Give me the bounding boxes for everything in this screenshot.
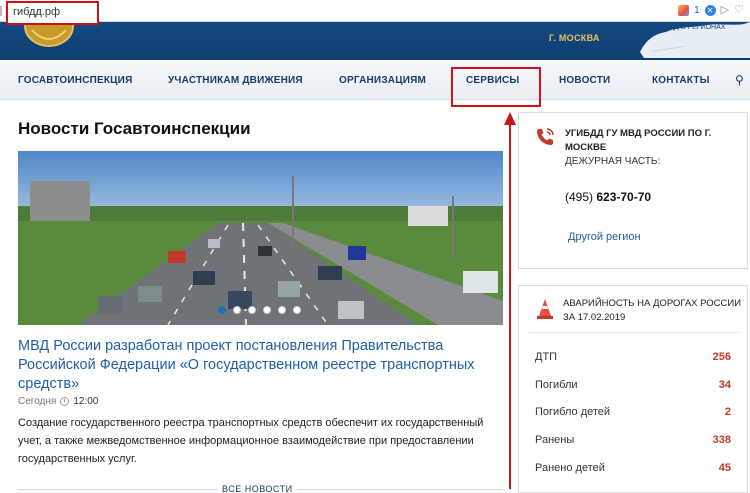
browser-toolbar-icons: 1 ✕ ▷ ♡ <box>678 3 744 17</box>
emblem-logo-icon[interactable] <box>22 22 76 48</box>
slider-dot[interactable] <box>293 306 301 314</box>
contacts-panel: УГИБДД ГУ МВД РОССИИ ПО Г. МОСКВЕ ДЕЖУРН… <box>518 112 748 269</box>
tab-edge <box>0 6 2 16</box>
stat-row: ДТП 256 <box>535 351 731 363</box>
slider-dot[interactable] <box>218 306 226 314</box>
stat-value: 45 <box>718 462 731 474</box>
nav-item-gosavtoinspekciya[interactable]: ГОСАВТОИНСПЕКЦИЯ <box>18 75 132 86</box>
services-highlight-annotation <box>451 67 541 107</box>
slider-dot[interactable] <box>263 306 271 314</box>
stat-row: Ранено детей 45 <box>535 462 731 474</box>
map-label: ГИБДД В РЕГИОНАХ <box>656 24 726 31</box>
clock-icon <box>60 397 70 406</box>
page-title: Новости Госавтоинспекции <box>18 119 251 138</box>
annotation-arrow-head-icon <box>504 112 516 125</box>
phone-number: 623-70-70 <box>596 190 652 204</box>
slider-dots <box>218 306 301 314</box>
stat-label: Погибло детей <box>535 406 611 418</box>
main-navigation: ГОСАВТОИНСПЕКЦИЯ УЧАСТНИКАМ ДВИЖЕНИЯ ОРГ… <box>0 60 750 100</box>
all-news-link[interactable]: ВСЕ НОВОСТИ <box>218 484 297 493</box>
stat-row: Погибло детей 2 <box>535 406 731 418</box>
nav-item-contacts[interactable]: КОНТАКТЫ <box>652 75 710 86</box>
extension-icon[interactable] <box>678 4 690 16</box>
phone-code: (495) <box>565 190 594 204</box>
site-header: Г. МОСКВА ГИБДД В РЕГИОНАХ <box>0 22 750 60</box>
stat-label: Ранено детей <box>535 462 605 474</box>
divider <box>529 332 739 333</box>
phone-icon <box>537 128 554 145</box>
stat-label: Ранены <box>535 434 575 446</box>
accident-stats-panel: АВАРИЙНОСТЬ НА ДОРОГАХ РОССИИ ЗА 17.02.2… <box>518 285 748 493</box>
other-region-link[interactable]: Другой регион <box>568 231 641 243</box>
badge-count: 1 <box>694 4 700 16</box>
url-text: гибдд.рф <box>13 6 61 18</box>
contacts-title: УГИБДД ГУ МВД РОССИИ ПО Г. МОСКВЕ <box>565 128 712 153</box>
article-meta: Сегодня 12:00 <box>18 396 98 407</box>
duty-label: ДЕЖУРНАЯ ЧАСТЬ: <box>565 156 661 167</box>
stat-value: 256 <box>712 351 731 363</box>
slider-dot[interactable] <box>233 306 241 314</box>
nav-item-organizations[interactable]: ОРГАНИЗАЦИЯМ <box>339 75 426 86</box>
nav-item-road-users[interactable]: УЧАСТНИКАМ ДВИЖЕНИЯ <box>168 75 303 86</box>
article-title-link[interactable]: МВД России разработан проект постановлен… <box>18 337 488 394</box>
url-field[interactable]: гибдд.рф <box>6 1 99 25</box>
stats-title: АВАРИЙНОСТЬ НА ДОРОГАХ РОССИИ ЗА 17.02.2… <box>563 298 742 323</box>
search-icon[interactable]: ⚲ <box>735 73 744 87</box>
stat-row: Погибли 34 <box>535 379 731 391</box>
city-label[interactable]: Г. МОСКВА <box>549 33 600 43</box>
annotation-arrow-line <box>509 124 511 489</box>
stat-label: Погибли <box>535 379 578 391</box>
stat-value: 34 <box>718 379 731 391</box>
news-hero-image[interactable] <box>18 151 503 325</box>
duty-phone[interactable]: (495) 623-70-70 <box>565 190 651 204</box>
slider-dot[interactable] <box>248 306 256 314</box>
stat-value: 338 <box>712 434 731 446</box>
article-description: Создание государственного реестра трансп… <box>18 417 484 465</box>
nav-item-news[interactable]: НОВОСТИ <box>559 75 610 86</box>
slider-dot[interactable] <box>278 306 286 314</box>
stat-row: Ранены 338 <box>535 434 731 446</box>
browser-address-bar: 1 ✕ ▷ ♡ <box>0 0 750 22</box>
bookmark-heart-icon[interactable]: ♡ <box>734 3 744 17</box>
adblock-icon[interactable]: ✕ <box>704 4 716 16</box>
share-icon[interactable]: ▷ <box>721 3 729 17</box>
stat-label: ДТП <box>535 351 558 363</box>
stat-value: 2 <box>724 406 731 418</box>
traffic-cone-icon <box>537 299 553 319</box>
article-time: 12:00 <box>73 396 99 407</box>
article-date: Сегодня <box>18 396 57 407</box>
